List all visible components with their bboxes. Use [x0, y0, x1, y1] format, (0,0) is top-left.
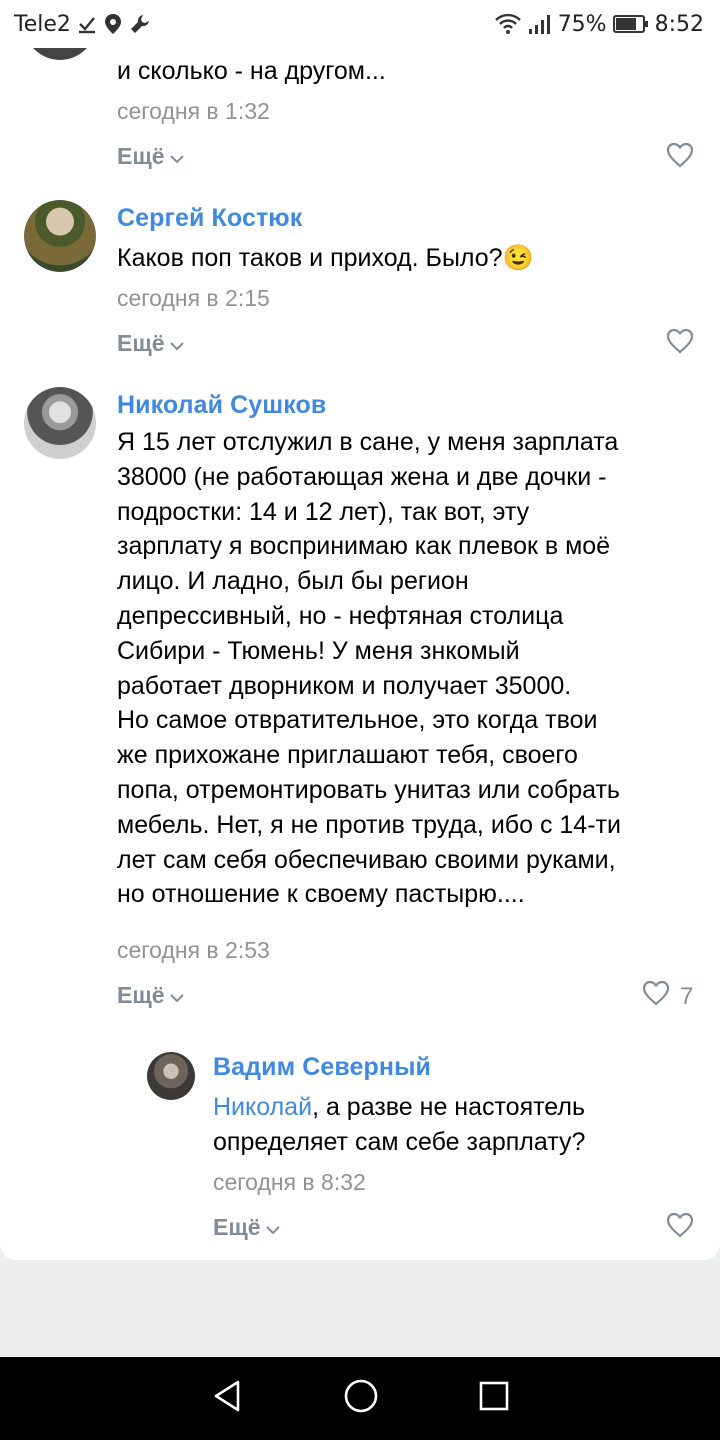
comment-text: Каков поп таков и приход. Было?😉: [117, 241, 534, 276]
comment-time: сегодня в 8:32: [213, 1169, 366, 1195]
more-button[interactable]: Ещё: [117, 982, 185, 1009]
comment-author[interactable]: Сергей Костюк: [117, 204, 302, 233]
chevron-down-icon: [169, 330, 185, 357]
chevron-down-icon: [265, 1214, 281, 1241]
comment-text-body: Каков поп таков и приход. Было?: [117, 244, 503, 272]
comment-time: сегодня в 1:32: [117, 98, 270, 124]
avatar[interactable]: [24, 200, 96, 272]
avatar[interactable]: [147, 1052, 195, 1100]
comment-item: Сергей Костюк Каков поп таков и приход. …: [0, 200, 720, 385]
battery-icon: [612, 14, 649, 34]
more-button[interactable]: Ещё: [117, 143, 185, 170]
signal-icon: [528, 13, 552, 35]
status-right: 75% 8:52: [494, 12, 704, 37]
like-button[interactable]: 7: [642, 980, 693, 1013]
battery-percent: 75%: [557, 11, 607, 37]
comment-time: сегодня в 2:15: [117, 285, 270, 311]
heart-outline-icon: [666, 142, 694, 175]
comment-author[interactable]: Вадим Северный: [213, 1053, 431, 1082]
avatar[interactable]: [24, 48, 96, 60]
status-bar: Tele2 75% 8:52: [0, 0, 720, 48]
more-label: Ещё: [117, 982, 165, 1008]
reply-item: Вадим Северный Николай, а разве не насто…: [0, 1049, 720, 1249]
system-nav-bar: [0, 1357, 720, 1440]
carrier-name: Tele2: [14, 11, 71, 37]
more-label: Ещё: [117, 330, 165, 356]
comment-item: Николай Сушков Я 15 лет отслужил в сане,…: [0, 387, 720, 1047]
comment-item: и сколько - на другом... сегодня в 1:32 …: [0, 48, 720, 198]
comments-feed: и сколько - на другом... сегодня в 1:32 …: [0, 48, 720, 1260]
comment-text: Я 15 лет отслужил в сане, у меня зарплат…: [117, 428, 621, 909]
more-label: Ещё: [213, 1214, 261, 1240]
like-button[interactable]: [666, 1212, 694, 1245]
like-button[interactable]: [666, 328, 694, 361]
download-check-icon: [77, 14, 97, 34]
avatar[interactable]: [24, 387, 96, 459]
heart-outline-icon: [666, 328, 694, 361]
comment-text: Николай, а разве не настоятель определяе…: [213, 1090, 585, 1160]
clock: 8:52: [654, 11, 704, 37]
heart-outline-icon: [642, 980, 670, 1013]
wrench-icon: [129, 13, 151, 35]
comment-author[interactable]: Николай Сушков: [117, 391, 326, 420]
more-button[interactable]: Ещё: [213, 1214, 281, 1241]
more-button[interactable]: Ещё: [117, 330, 185, 357]
chevron-down-icon: [169, 982, 185, 1009]
like-count: 7: [680, 982, 694, 1010]
square-recents-icon[interactable]: [478, 1380, 510, 1417]
status-left: Tele2: [14, 12, 151, 37]
wink-emoji: 😉: [502, 244, 534, 272]
mention-link[interactable]: Николай: [213, 1093, 312, 1121]
more-label: Ещё: [117, 143, 165, 169]
comment-text: и сколько - на другом...: [117, 57, 386, 85]
wifi-icon: [494, 13, 522, 35]
location-icon: [103, 13, 123, 35]
triangle-back-icon[interactable]: [210, 1379, 244, 1418]
chevron-down-icon: [169, 143, 185, 170]
heart-outline-icon: [666, 1212, 694, 1245]
comment-time: сегодня в 2:53: [117, 937, 270, 963]
like-button[interactable]: [666, 142, 694, 175]
circle-home-icon[interactable]: [343, 1378, 379, 1419]
